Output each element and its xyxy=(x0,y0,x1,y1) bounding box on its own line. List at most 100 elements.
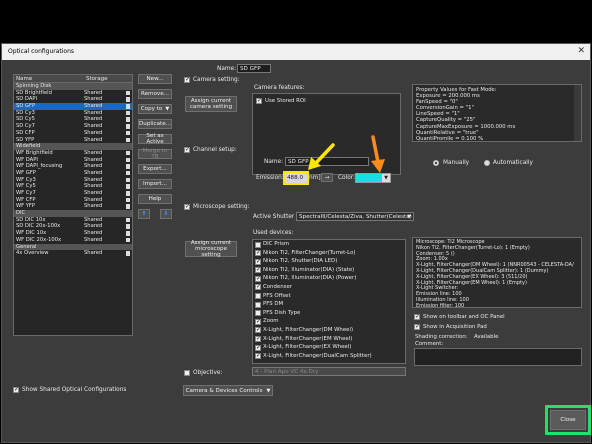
list-item[interactable]: SD Cy7 Shared xyxy=(14,123,132,130)
camera-devices-controls-button[interactable]: Camera & Devices Controls ▼ xyxy=(183,385,273,396)
new-button[interactable]: New... xyxy=(138,74,172,84)
close-icon[interactable]: ✕ xyxy=(577,46,585,56)
storage-checkbox[interactable] xyxy=(125,104,130,109)
device-checkbox[interactable] xyxy=(255,283,261,292)
storage-checkbox[interactable] xyxy=(125,217,130,223)
list-item[interactable]: WF YFP Shared xyxy=(14,203,132,210)
device-item[interactable]: DIC Prism xyxy=(253,240,405,249)
list-group-header[interactable]: General xyxy=(14,243,132,251)
duplicate-button[interactable]: Duplicate... xyxy=(138,119,172,129)
storage-checkbox[interactable] xyxy=(125,197,130,203)
copy-to-button[interactable]: Copy to ▼ xyxy=(138,104,172,114)
microscope-setting-checkbox[interactable] xyxy=(184,203,190,210)
list-item[interactable]: SD YFP Shared xyxy=(14,137,132,144)
device-checkbox[interactable] xyxy=(255,344,261,352)
merge-to-tb-button[interactable]: Merge to TB xyxy=(138,148,172,160)
list-item[interactable]: SD Cy5 Shared xyxy=(14,116,132,123)
device-item[interactable]: X-Light, FilterChanger(DualCam Splitter) xyxy=(253,352,405,361)
automatically-radio[interactable] xyxy=(484,160,490,166)
list-item[interactable]: 4x Overview Shared xyxy=(14,250,132,257)
comment-input[interactable] xyxy=(414,348,582,366)
device-checkbox[interactable] xyxy=(255,318,261,326)
assign-microscope-setting-button[interactable]: Assign current microscope setting xyxy=(185,240,237,258)
list-item[interactable]: SD GFP Shared xyxy=(14,103,132,110)
storage-checkbox[interactable] xyxy=(125,150,130,156)
device-item[interactable]: Nikon Ti2, FilterChanger(Turret-Lo) xyxy=(253,249,405,258)
list-item[interactable]: SD DIC 10x Shared xyxy=(14,217,132,224)
device-checkbox[interactable] xyxy=(255,241,261,248)
device-checkbox[interactable] xyxy=(255,326,261,335)
show-toolbar-checkbox[interactable] xyxy=(414,313,420,320)
list-item[interactable]: SD Brightfield Shared xyxy=(14,90,132,97)
import-button[interactable]: Import... xyxy=(138,179,172,189)
device-checkbox[interactable] xyxy=(255,352,261,361)
list-group-header[interactable]: DIC xyxy=(14,210,132,217)
device-item[interactable]: Zoom xyxy=(253,317,405,326)
device-item[interactable]: Nikon Ti2, Illuminator(DIA) (State) xyxy=(253,266,405,275)
device-checkbox[interactable] xyxy=(255,266,261,275)
list-item[interactable]: WF Cy7 Shared xyxy=(14,190,132,197)
storage-checkbox[interactable] xyxy=(125,177,130,183)
configuration-list[interactable]: Name Storage Spinning Disk SD Brightfield… xyxy=(13,74,133,336)
list-item[interactable]: WF CFP Shared xyxy=(14,197,132,204)
device-checkbox[interactable] xyxy=(255,275,261,283)
list-item[interactable]: WF DAPI Shared xyxy=(14,157,132,164)
device-item[interactable]: X-Light, FilterChanger(EX Wheel) xyxy=(253,343,405,352)
storage-checkbox[interactable] xyxy=(125,110,130,116)
name-input[interactable]: SD GFP xyxy=(237,64,271,73)
manually-radio[interactable] xyxy=(433,160,439,166)
list-item[interactable]: SD CFP Shared xyxy=(14,130,132,137)
remove-button[interactable]: Remove... xyxy=(138,89,172,99)
device-checkbox[interactable] xyxy=(255,258,261,266)
list-item[interactable]: WF Cy5 Shared xyxy=(14,183,132,190)
storage-checkbox[interactable] xyxy=(125,251,130,256)
list-item[interactable]: SD DAPI Shared xyxy=(14,96,132,103)
device-item[interactable]: PFS Offset xyxy=(253,292,405,301)
used-devices-list[interactable]: DIC Prism Nikon Ti2, FilterChanger(Turret… xyxy=(252,239,406,364)
move-up-button[interactable]: ⬆ xyxy=(138,209,150,219)
device-checkbox[interactable] xyxy=(255,310,261,317)
show-shared-checkbox[interactable] xyxy=(13,386,19,393)
list-item[interactable]: WF GFP Shared xyxy=(14,170,132,177)
assign-camera-setting-button[interactable]: Assign current camera setting xyxy=(185,96,237,112)
list-item[interactable]: WF DAPI_focusing Shared xyxy=(14,163,132,170)
objective-checkbox[interactable] xyxy=(184,370,190,376)
list-item[interactable]: WF DIC 10x Shared xyxy=(14,230,132,237)
use-stored-roi-checkbox[interactable] xyxy=(256,97,262,104)
list-item[interactable]: WF Brightfield Shared xyxy=(14,150,132,157)
storage-checkbox[interactable] xyxy=(125,231,130,236)
list-item[interactable]: WF DIC 20x-100x Shared xyxy=(14,237,132,244)
apply-emission-button[interactable]: → xyxy=(321,173,333,182)
storage-checkbox[interactable] xyxy=(125,137,130,142)
device-item[interactable]: Condenser xyxy=(253,283,405,292)
channel-setup-checkbox[interactable] xyxy=(184,146,190,153)
storage-checkbox[interactable] xyxy=(125,237,130,243)
storage-checkbox[interactable] xyxy=(125,184,130,189)
list-item[interactable]: SD Cy3 Shared xyxy=(14,110,132,117)
storage-checkbox[interactable] xyxy=(125,130,130,136)
device-item[interactable]: X-Light, FilterChanger(EM Wheel) xyxy=(253,335,405,344)
set-as-active-button[interactable]: Set as Active xyxy=(138,133,172,145)
objective-select[interactable]: 4 - Plan Apo VC 4x Dry xyxy=(252,367,406,376)
device-checkbox[interactable] xyxy=(255,249,261,258)
list-group-header[interactable]: Widefield xyxy=(14,143,132,150)
device-item[interactable]: Nikon Ti2, Shutter(DIA LED) xyxy=(253,257,405,266)
list-item[interactable]: WF Cy3 Shared xyxy=(14,177,132,184)
emission-input[interactable]: 488.0 xyxy=(283,171,309,185)
help-button[interactable]: Help xyxy=(138,194,172,204)
storage-checkbox[interactable] xyxy=(125,204,130,209)
storage-checkbox[interactable] xyxy=(125,164,130,169)
storage-checkbox[interactable] xyxy=(125,191,130,196)
column-storage-header[interactable]: Storage xyxy=(84,75,108,82)
export-button[interactable]: Export... xyxy=(138,164,172,174)
properties-scrollbar[interactable] xyxy=(574,85,581,141)
show-acquisition-pad-checkbox[interactable] xyxy=(414,323,420,330)
storage-checkbox[interactable] xyxy=(125,170,130,176)
device-item[interactable]: PFS Dish Type xyxy=(253,309,405,318)
storage-checkbox[interactable] xyxy=(125,117,130,122)
device-item[interactable]: Nikon Ti2, Illuminator(DIA) (Power) xyxy=(253,274,405,283)
storage-checkbox[interactable] xyxy=(125,90,130,96)
device-checkbox[interactable] xyxy=(255,301,261,308)
storage-checkbox[interactable] xyxy=(125,97,130,102)
move-down-button[interactable]: ⬇ xyxy=(160,209,172,219)
